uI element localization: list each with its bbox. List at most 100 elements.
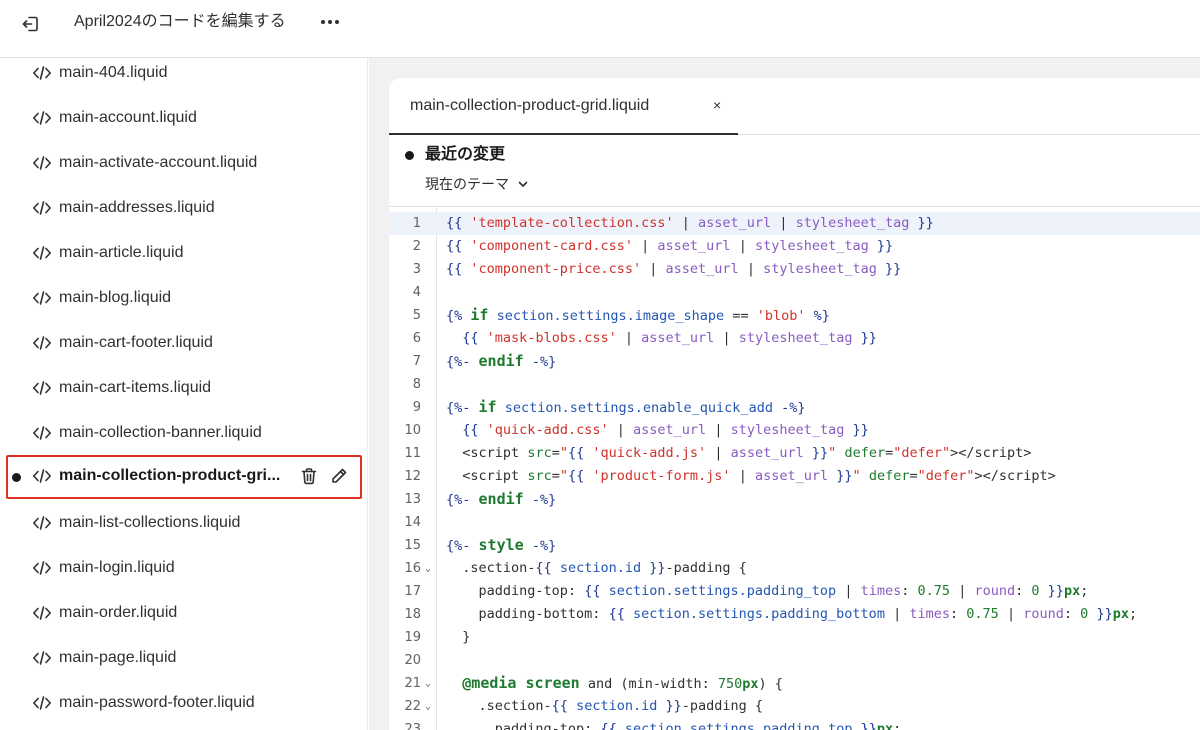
line-number: 21 — [404, 676, 421, 691]
exit-icon[interactable] — [16, 10, 44, 38]
line-number: 14 — [404, 515, 421, 530]
line-number: 2 — [412, 239, 421, 254]
file-sidebar: main-404.liquid main-account.liquid main… — [0, 58, 368, 730]
line-number: 19 — [404, 630, 421, 645]
code-line[interactable]: 23 padding-top: {{ section.settings.padd… — [389, 718, 1200, 730]
tab-label: main-collection-product-grid.liquid — [410, 97, 650, 114]
close-icon[interactable]: × — [713, 96, 721, 114]
code-icon — [33, 291, 51, 305]
file-item-main-collection-product-grid[interactable]: main-collection-product-gri... — [6, 455, 362, 499]
theme-select[interactable]: 現在のテーマ — [425, 174, 529, 194]
line-number: 3 — [412, 262, 421, 277]
code-line[interactable]: 15 {%- style -%} — [389, 534, 1200, 557]
code-line[interactable]: 20 — [389, 649, 1200, 672]
code-line[interactable]: 19 } — [389, 626, 1200, 649]
code-line[interactable]: 8 — [389, 373, 1200, 396]
file-name: main-list-collections.liquid — [59, 514, 241, 531]
file-name: main-account.liquid — [59, 109, 197, 126]
code-icon — [33, 469, 51, 483]
code-icon — [33, 561, 51, 575]
fold-chevron-icon[interactable]: ⌄ — [425, 672, 431, 695]
file-item-main-activate-account[interactable]: main-activate-account.liquid — [6, 142, 362, 184]
file-item-main-account[interactable]: main-account.liquid — [6, 97, 362, 139]
file-name: main-cart-items.liquid — [59, 379, 212, 396]
code-icon — [33, 381, 51, 395]
line-number: 9 — [412, 400, 421, 415]
code-text: {%- endif -%} — [446, 490, 557, 508]
more-actions-icon[interactable] — [316, 10, 344, 34]
fold-chevron-icon[interactable]: ⌄ — [425, 695, 431, 718]
code-line[interactable]: 1 {{ 'template-collection.css' | asset_ur… — [389, 212, 1200, 235]
code-line[interactable]: 16 ⌄ .section-{{ section.id }}-padding { — [389, 557, 1200, 580]
code-text: {{ 'component-card.css' | asset_url | st… — [446, 238, 894, 254]
code-line[interactable]: 3 {{ 'component-price.css' | asset_url | … — [389, 258, 1200, 281]
code-text: } — [462, 629, 471, 645]
code-icon — [33, 606, 51, 620]
code-line[interactable]: 18 padding-bottom: {{ section.settings.p… — [389, 603, 1200, 626]
line-number: 20 — [404, 653, 421, 668]
fold-chevron-icon[interactable]: ⌄ — [425, 557, 431, 580]
file-item-main-cart-footer[interactable]: main-cart-footer.liquid — [6, 322, 362, 364]
file-item-main-article[interactable]: main-article.liquid — [6, 232, 362, 274]
code-line[interactable]: 7 {%- endif -%} — [389, 350, 1200, 373]
recent-changes: 最近の変更 現在のテーマ — [389, 135, 1200, 207]
code-icon — [33, 156, 51, 170]
page-title: April2024のコードを編集する — [74, 13, 286, 30]
trash-icon[interactable] — [298, 465, 320, 487]
tab-main-collection-product-grid[interactable]: main-collection-product-grid.liquid × — [389, 78, 738, 135]
chevron-down-icon — [518, 181, 528, 187]
file-item-main-login[interactable]: main-login.liquid — [6, 547, 362, 589]
line-number: 8 — [412, 377, 421, 392]
file-item-main-password-footer[interactable]: main-password-footer.liquid — [6, 682, 362, 724]
code-text: {{ 'mask-blobs.css' | asset_url | styles… — [462, 330, 877, 346]
code-line[interactable]: 6 {{ 'mask-blobs.css' | asset_url | styl… — [389, 327, 1200, 350]
code-icon — [33, 111, 51, 125]
file-name: main-cart-footer.liquid — [59, 334, 213, 351]
line-number: 16 — [404, 561, 421, 576]
top-bar: April2024のコードを編集する — [0, 0, 1200, 58]
file-name: main-login.liquid — [59, 559, 175, 576]
code-text: .section-{{ section.id }}-padding { — [462, 560, 747, 576]
recent-changes-title: 最近の変更 — [425, 146, 506, 163]
file-name: main-blog.liquid — [59, 289, 172, 306]
code-line[interactable]: 10 {{ 'quick-add.css' | asset_url | styl… — [389, 419, 1200, 442]
file-item-main-order[interactable]: main-order.liquid — [6, 592, 362, 634]
code-line[interactable]: 4 — [389, 281, 1200, 304]
code-line[interactable]: 12 <script src="{{ 'product-form.js' | a… — [389, 465, 1200, 488]
unsaved-indicator — [405, 151, 414, 160]
pencil-icon[interactable] — [328, 465, 350, 487]
file-name: main-addresses.liquid — [59, 199, 215, 216]
code-line[interactable]: 14 — [389, 511, 1200, 534]
code-line[interactable]: 5 {% if section.settings.image_shape == '… — [389, 304, 1200, 327]
file-item-main-page[interactable]: main-page.liquid — [6, 637, 362, 679]
code-line[interactable]: 17 padding-top: {{ section.settings.padd… — [389, 580, 1200, 603]
file-name: main-collection-product-gri... — [59, 467, 281, 484]
editor-area: main-collection-product-grid.liquid × 最近… — [369, 58, 1200, 730]
file-item-main-collection-banner[interactable]: main-collection-banner.liquid — [6, 412, 362, 454]
code-line[interactable]: 9 {%- if section.settings.enable_quick_ad… — [389, 396, 1200, 419]
file-item-main-cart-items[interactable]: main-cart-items.liquid — [6, 367, 362, 409]
code-text: {%- style -%} — [446, 536, 557, 554]
line-number: 22 — [404, 699, 421, 714]
code-line[interactable]: 22 ⌄ .section-{{ section.id }}-padding { — [389, 695, 1200, 718]
code-line[interactable]: 13 {%- endif -%} — [389, 488, 1200, 511]
code-line[interactable]: 2 {{ 'component-card.css' | asset_url | s… — [389, 235, 1200, 258]
code-icon — [33, 336, 51, 350]
file-item-main-blog[interactable]: main-blog.liquid — [6, 277, 362, 319]
line-number: 18 — [404, 607, 421, 622]
file-name: main-order.liquid — [59, 604, 178, 621]
file-item-main-404[interactable]: main-404.liquid — [6, 58, 362, 94]
code-line[interactable]: 21 ⌄ @media screen and (min-width: 750px)… — [389, 672, 1200, 695]
code-icon — [33, 201, 51, 215]
line-number: 13 — [404, 492, 421, 507]
code-editor[interactable]: 1 {{ 'template-collection.css' | asset_ur… — [389, 208, 1200, 730]
file-item-main-addresses[interactable]: main-addresses.liquid — [6, 187, 362, 229]
line-number: 23 — [404, 722, 421, 730]
code-text: .section-{{ section.id }}-padding { — [478, 698, 764, 714]
file-item-main-list-collections[interactable]: main-list-collections.liquid — [6, 502, 362, 544]
code-icon — [33, 696, 51, 710]
file-name: main-collection-banner.liquid — [59, 424, 262, 441]
theme-select-label: 現在のテーマ — [425, 176, 509, 192]
editor-panel: main-collection-product-grid.liquid × 最近… — [389, 78, 1200, 730]
code-line[interactable]: 11 <script src="{{ 'quick-add.js' | asse… — [389, 442, 1200, 465]
